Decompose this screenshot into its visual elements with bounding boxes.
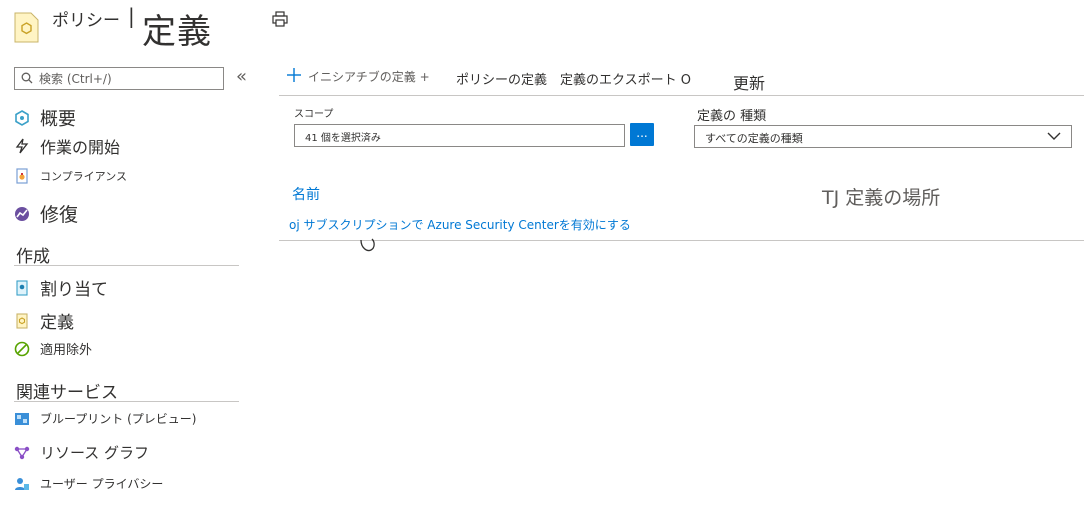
search-input[interactable]	[39, 71, 219, 86]
resource-graph-icon	[14, 445, 30, 461]
scope-picker-button[interactable]: ...	[630, 123, 654, 146]
add-policy-definition-button[interactable]: ポリシーの定義	[456, 69, 547, 88]
collapse-sidebar-button[interactable]: «	[236, 66, 247, 87]
plus-icon	[287, 67, 301, 86]
breadcrumb-policy[interactable]: ポリシー	[52, 6, 120, 31]
table-row-divider	[279, 240, 1084, 241]
column-header-definition-location[interactable]: TJ 定義の場所	[822, 183, 940, 210]
section-heading-related-services: 関連サービス	[16, 383, 118, 403]
sidebar-item-resource-graph[interactable]: リソース グラフ	[14, 442, 149, 463]
add-initiative-definition-button[interactable]: イニシアチブの定義 +	[287, 67, 430, 86]
exemption-icon	[14, 341, 30, 357]
sidebar-item-compliance[interactable]: コンプライアンス	[14, 168, 127, 184]
sidebar-item-label: 適用除外	[40, 343, 93, 358]
assignment-icon	[14, 279, 30, 296]
sidebar-item-label: 作業の開始	[40, 138, 121, 157]
toolbar-divider	[279, 95, 1084, 96]
sidebar-item-label: コンプライアンス	[40, 170, 128, 183]
overview-icon	[14, 110, 30, 126]
definition-type-dropdown[interactable]: すべての定義の種類	[694, 125, 1072, 148]
scope-label: スコープ	[294, 109, 334, 120]
policy-definition-icon	[14, 12, 39, 43]
title-separator: |	[128, 4, 135, 28]
chevron-down-icon	[1047, 130, 1061, 142]
sidebar-item-label: 定義	[40, 313, 74, 333]
scope-field[interactable]: 41 個を選択済み	[294, 124, 625, 147]
sidebar-item-label: ユーザー プライバシー	[40, 477, 164, 491]
sidebar-item-label: 割り当て	[40, 280, 108, 300]
initiative-definition-label: イニシアチブの定義 +	[308, 70, 430, 84]
remediation-icon	[14, 206, 30, 222]
user-privacy-icon	[14, 476, 30, 492]
table-row-link[interactable]: oj サブスクリプションで Azure Security Centerを有効にす…	[289, 216, 631, 233]
compliance-icon	[14, 168, 30, 184]
definition-type-value: すべての定義の種類	[705, 132, 803, 145]
section-heading-create: 作成	[16, 247, 50, 267]
definition-icon	[14, 312, 30, 329]
sidebar-item-user-privacy[interactable]: ユーザー プライバシー	[14, 475, 163, 492]
sidebar-item-label: 修復	[40, 204, 79, 226]
section-divider	[14, 401, 239, 402]
sidebar-item-label: ブループリント (プレビュー)	[40, 412, 197, 426]
sidebar-item-overview[interactable]: 概要	[14, 105, 76, 131]
sidebar-item-definitions[interactable]: 定義	[14, 308, 74, 333]
mouse-cursor-icon	[359, 236, 379, 254]
page-title: 定義	[142, 12, 212, 52]
blueprint-icon	[14, 411, 30, 427]
sidebar-item-getting-started[interactable]: 作業の開始	[14, 134, 120, 158]
sidebar-item-label: リソース グラフ	[40, 444, 150, 462]
lightning-icon	[14, 138, 30, 154]
search-icon	[21, 69, 33, 88]
refresh-button[interactable]: 更新	[733, 70, 765, 94]
search-box[interactable]	[14, 67, 224, 90]
print-icon[interactable]	[271, 10, 289, 28]
sidebar-item-assignments[interactable]: 割り当て	[14, 275, 108, 300]
section-divider	[14, 265, 239, 266]
sidebar-item-remediation[interactable]: 修復	[14, 200, 78, 227]
sidebar-item-label: 概要	[40, 109, 76, 130]
sidebar-item-exemptions[interactable]: 適用除外	[14, 339, 92, 358]
export-definitions-button[interactable]: 定義のエクスポート O	[560, 69, 691, 88]
definition-type-label: 定義の 種類	[697, 109, 767, 124]
sidebar-item-blueprints[interactable]: ブループリント (プレビュー)	[14, 410, 196, 427]
column-header-name[interactable]: 名前	[292, 184, 320, 204]
